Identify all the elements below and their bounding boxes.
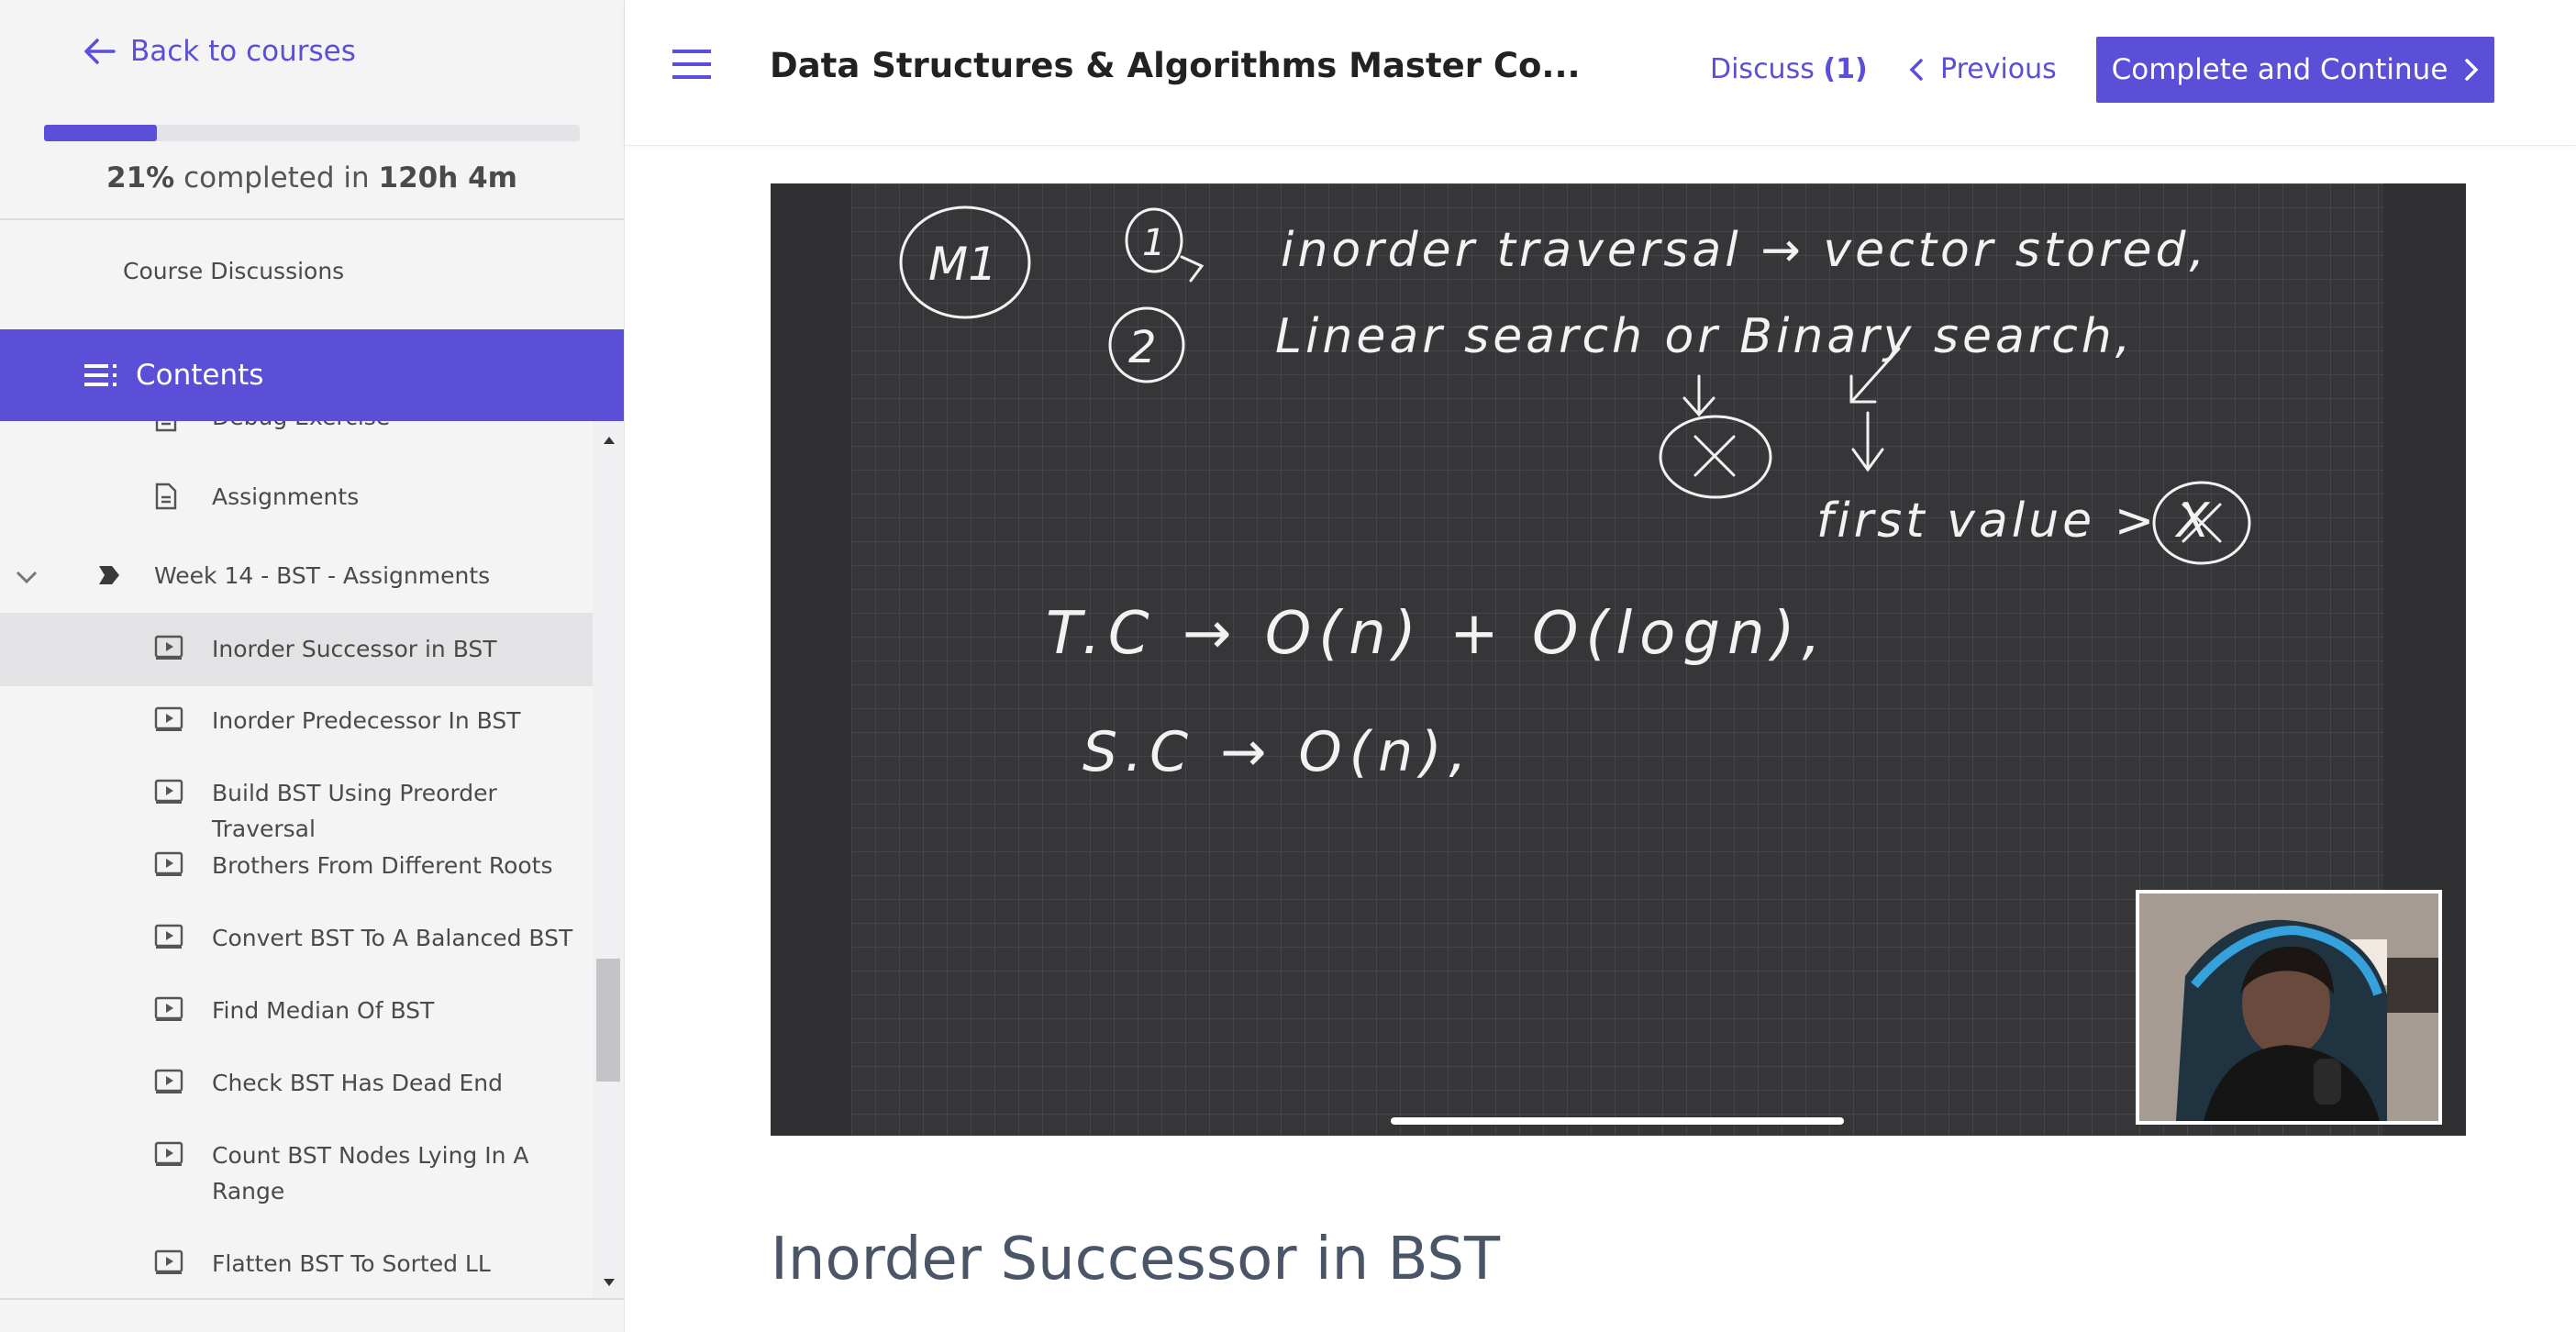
- scroll-up-arrow-icon[interactable]: [602, 432, 616, 450]
- lecture-item[interactable]: Count BST Nodes Lying In A Range: [0, 1121, 593, 1229]
- video-icon: [154, 1069, 183, 1100]
- document-icon: [154, 483, 178, 516]
- chevron-down-icon: [15, 565, 39, 592]
- lecture-label: Assignments: [212, 483, 360, 510]
- note-line2: Linear search or Binary search,: [1275, 309, 2134, 364]
- lecture-item[interactable]: Flatten BST To Sorted LL: [0, 1229, 593, 1298]
- lecture-list: Debug Exercise Assignments Week 14 - BST…: [0, 421, 593, 1298]
- document-icon: [154, 421, 178, 438]
- note-time-complexity: T.C → O(n) + O(logn),: [1046, 600, 1828, 668]
- back-to-courses-link[interactable]: Back to courses: [83, 35, 356, 68]
- sidebar-scrollbar[interactable]: [593, 421, 624, 1298]
- down-arrow-2: [1851, 411, 1884, 472]
- sidebar-divider: [0, 218, 624, 220]
- lecture-item[interactable]: Brothers From Different Roots: [0, 831, 593, 904]
- video-icon: [154, 1141, 183, 1172]
- previous-button[interactable]: Previous: [1909, 53, 2057, 85]
- chevron-right-icon: [2465, 59, 2479, 81]
- video-icon: [154, 779, 183, 810]
- chevron-left-icon: [1909, 58, 1923, 81]
- top-header: Data Structures & Algorithms Master Co..…: [625, 0, 2576, 146]
- lecture-label: Brothers From Different Roots: [212, 852, 553, 879]
- lecture-item[interactable]: Build BST Using Preorder Traversal: [0, 759, 593, 842]
- discuss-button[interactable]: Discuss (1): [1710, 53, 1868, 85]
- sidebar-bottom-divider: [0, 1298, 624, 1300]
- back-to-courses-label: Back to courses: [130, 35, 356, 68]
- chapter-tag-icon: [97, 564, 121, 592]
- section-week-14[interactable]: Week 14 - BST - Assignments: [0, 536, 593, 618]
- video-player[interactable]: M1 1 2 inorder traversal → vector stored…: [771, 183, 2466, 1136]
- note-line3: first value > X: [1816, 494, 2213, 549]
- course-progress-bar: [44, 125, 580, 141]
- video-icon: [154, 706, 183, 738]
- video-icon: [154, 1249, 183, 1281]
- discuss-count: (1): [1823, 53, 1868, 85]
- lecture-item[interactable]: Debug Exercise: [0, 421, 593, 439]
- contents-label: Contents: [136, 359, 264, 392]
- lecture-label: Inorder Predecessor In BST: [212, 707, 521, 734]
- note-m1: M1: [928, 238, 997, 291]
- complete-label: Complete and Continue: [2111, 53, 2448, 86]
- lecture-item-active[interactable]: Inorder Successor in BST: [0, 613, 593, 686]
- course-progress-text: 21% completed in 120h 4m: [0, 161, 624, 194]
- note-step2: 2: [1128, 322, 1157, 373]
- lecture-label: Check BST Has Dead End: [212, 1070, 504, 1096]
- down-arrow-1: [1682, 374, 1715, 417]
- scroll-down-arrow-icon[interactable]: [602, 1274, 616, 1292]
- video-icon: [154, 851, 183, 882]
- discuss-label: Discuss: [1710, 53, 1815, 85]
- progress-time: 120h 4m: [378, 161, 517, 194]
- video-icon: [154, 635, 183, 666]
- lecture-label: Count BST Nodes Lying In A Range: [212, 1142, 529, 1204]
- section-label: Week 14 - BST - Assignments: [154, 562, 491, 589]
- scrollbar-thumb[interactable]: [596, 959, 620, 1082]
- x-cross-1: [1693, 435, 1736, 477]
- previous-label: Previous: [1940, 53, 2057, 85]
- lecture-label: Debug Exercise: [212, 421, 583, 435]
- note-space-complexity: S.C → O(n),: [1083, 720, 1474, 784]
- note-step1: 1: [1142, 222, 1165, 264]
- video-seek-bar[interactable]: [1391, 1117, 1844, 1125]
- progress-completed-in: completed in: [183, 161, 370, 194]
- lecture-label: Inorder Successor in BST: [212, 636, 497, 662]
- video-icon: [154, 996, 183, 1027]
- course-progress-fill: [44, 125, 157, 141]
- lecture-item[interactable]: Inorder Predecessor In BST: [0, 686, 593, 759]
- lecture-item[interactable]: Assignments: [0, 462, 593, 536]
- lecture-label: Find Median Of BST: [212, 997, 435, 1024]
- instructor-video: [2139, 894, 2438, 1121]
- video-icon: [154, 924, 183, 955]
- step1-arrow: [1180, 255, 1205, 283]
- lecture-item[interactable]: Find Median Of BST: [0, 976, 593, 1049]
- course-title: Data Structures & Algorithms Master Co..…: [770, 46, 1581, 85]
- lesson-title: Inorder Successor in BST: [771, 1226, 1501, 1293]
- arrow-left-icon: [84, 39, 116, 64]
- lecture-label: Convert BST To A Balanced BST: [212, 925, 573, 951]
- progress-percent: 21%: [106, 161, 175, 194]
- lecture-label: Flatten BST To Sorted LL: [212, 1250, 491, 1277]
- list-icon: [84, 362, 121, 388]
- sidebar: Back to courses 21% completed in 120h 4m…: [0, 0, 625, 1332]
- complete-and-continue-button[interactable]: Complete and Continue: [2096, 37, 2494, 103]
- lecture-item[interactable]: Convert BST To A Balanced BST: [0, 904, 593, 976]
- note-line1: inorder traversal → vector stored,: [1281, 223, 2208, 278]
- lecture-item[interactable]: Check BST Has Dead End: [0, 1049, 593, 1121]
- course-discussions-link[interactable]: Course Discussions: [123, 258, 344, 284]
- instructor-webcam: [2136, 890, 2442, 1125]
- contents-tab[interactable]: Contents: [0, 329, 624, 421]
- menu-icon[interactable]: [672, 48, 713, 84]
